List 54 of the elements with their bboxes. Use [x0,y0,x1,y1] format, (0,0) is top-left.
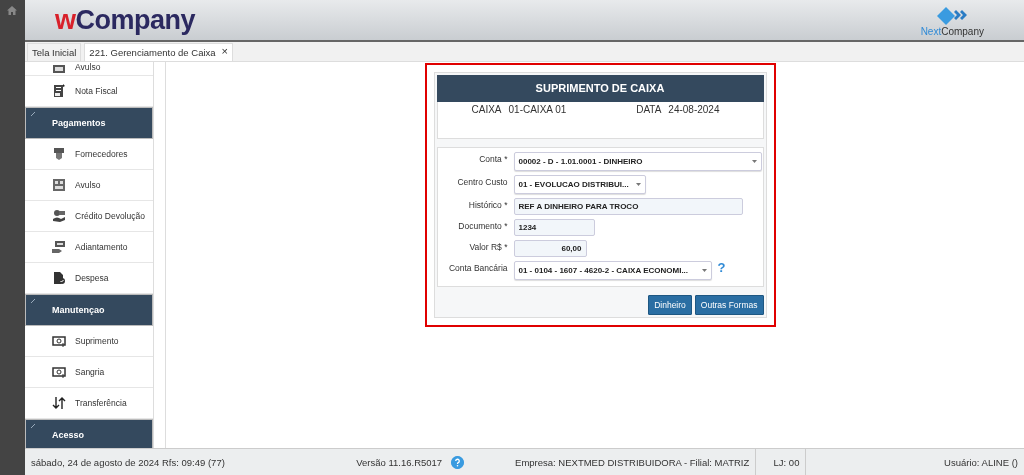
banknote-icon [52,365,66,379]
coin-hand-icon [52,209,66,223]
help-icon[interactable] [451,455,465,469]
dropdown-field[interactable]: 01 - 0104 - 1607 - 4620-2 - CAIXA ECONOMI... [513,261,712,280]
status-date: sábado, 24 de agosto de 2024 Rfs: 09:49 (77) [31,456,225,468]
info-text: CAIXA 01-CAIXA 01 [471,104,567,117]
banknote-icon [52,240,66,254]
caret-icon [751,160,757,163]
company-text: Empresa: NEXTMED DISTRIBUIDORA - Filial: MATRIZ [515,456,750,468]
input-field[interactable]: 60,00 [513,240,587,257]
document-check-icon [52,271,66,285]
dropdown-field[interactable]: 00002 - D - 1.01.0001 - DINHEIRO [513,152,762,171]
banknote-icon [52,334,66,348]
field-label: Conta * [478,153,508,164]
info-text: DATA 24-08-2024 [636,104,720,117]
field-label: Valor R$ * [468,241,508,252]
menu-item[interactable]: Fornecedores [25,139,153,170]
menu-item[interactable]: Crédito Devolução [25,201,153,232]
field-label: Documento * [457,220,508,231]
menu-item[interactable]: Adiantamento [25,232,153,263]
arrows-icon [52,396,66,410]
field-label: Centro Custo [456,176,508,187]
dialog-title: SUPRIMENTO DE CAIXA [436,75,764,102]
caret-icon [635,183,641,186]
close-icon[interactable]: × [221,47,228,58]
user-text: Usuário: ALINE () [944,456,1018,468]
tab[interactable]: Tela Inicial [27,43,82,61]
input-field[interactable]: 1234 [513,219,595,236]
dropdown-field[interactable]: 01 - EVOLUCAO DISTRIBUI... [513,175,646,194]
grid-icon [52,178,66,192]
tab[interactable]: 221. Gerenciamento de Caixa × [84,43,233,61]
input-field[interactable]: REF A DINHEIRO PARA TROCO [513,198,743,215]
version-text: Versão 11.16.R5017 [356,456,443,468]
action-button[interactable]: Dinheiro [648,295,692,315]
caret-icon [701,269,707,272]
field-label: Conta Bancária [447,262,508,273]
menu-section-header[interactable]: Pagamentos [25,107,153,139]
menu-item[interactable]: Sangria [25,357,153,388]
field-label: Histórico * [467,199,508,210]
partner-logo: NextCompany [920,26,984,37]
company-logo: wCompany [55,4,196,36]
help-icon[interactable]: ? [717,261,726,274]
expand-icon [31,112,35,116]
home-icon[interactable] [7,6,17,15]
document-icon [52,84,66,98]
expand-icon [31,424,35,428]
menu-item[interactable]: Suprimento [25,326,153,357]
menu-item[interactable]: Avulso [25,170,153,201]
action-button[interactable]: Outras Formas [694,295,764,315]
menu-section-header[interactable]: Manutençao [25,294,153,326]
menu-item[interactable]: Avulso [25,62,153,76]
expand-icon [31,299,35,303]
menu-section-header[interactable]: Acesso [25,419,153,448]
store-text: LJ: 00 [773,456,800,468]
